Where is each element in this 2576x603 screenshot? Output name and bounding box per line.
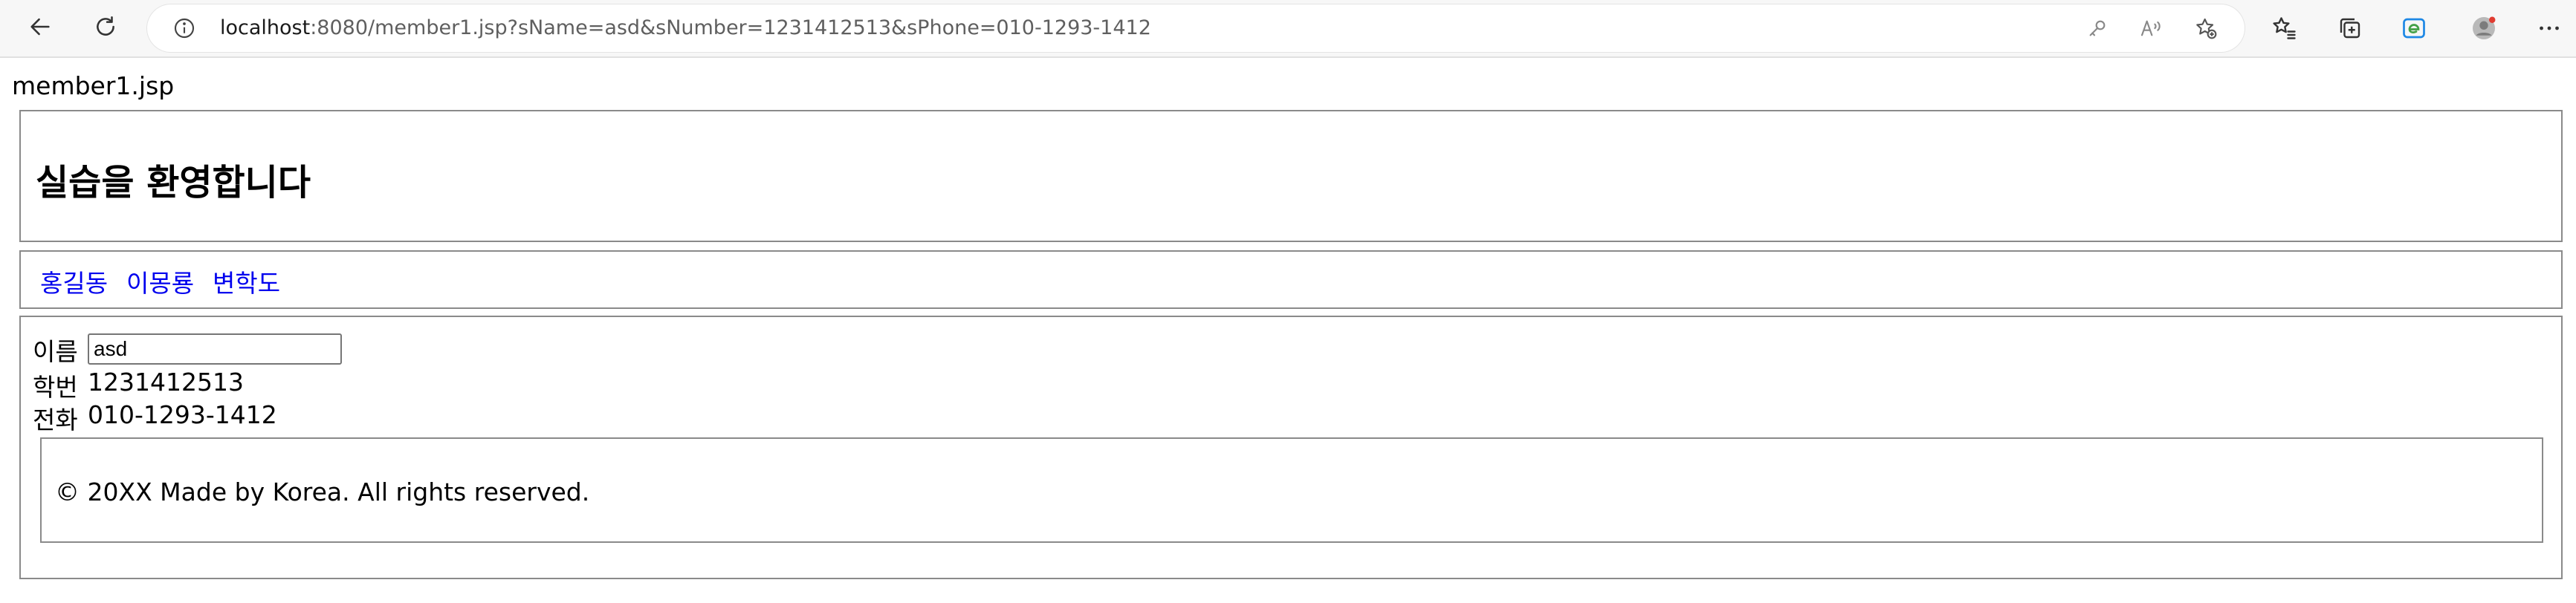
address-bar[interactable]: localhost:8080/member1.jsp?sName=asd&sNu…	[147, 4, 2245, 52]
header-section: 실습을 환영합니다	[19, 110, 2563, 242]
read-aloud-icon[interactable]	[2138, 15, 2164, 42]
back-arrow-icon	[27, 14, 53, 42]
profile-avatar-icon[interactable]	[2467, 12, 2500, 45]
collections-icon[interactable]	[2334, 12, 2366, 45]
phone-value: 010-1293-1412	[88, 400, 277, 429]
phone-label: 전화	[33, 405, 78, 434]
page-title: 실습을 환영합니다	[36, 162, 311, 203]
refresh-icon	[93, 14, 118, 42]
more-dots-icon[interactable]	[2533, 12, 2566, 45]
url-text[interactable]: localhost:8080/member1.jsp?sName=asd&sNu…	[220, 4, 1151, 52]
favorites-list-icon[interactable]	[2268, 12, 2301, 45]
star-add-icon[interactable]	[2192, 15, 2219, 42]
page-filename: member1.jsp	[12, 71, 175, 100]
nav-section: 홍길동 이몽룡 변학도	[19, 250, 2563, 309]
info-icon[interactable]	[172, 16, 196, 40]
refresh-button[interactable]	[88, 10, 123, 46]
url-path: :8080/member1.jsp?sName=asd&sNumber=1231…	[310, 16, 1151, 39]
footer-section: © 20XX Made by Korea. All rights reserve…	[40, 437, 2543, 543]
browser-toolbar: localhost:8080/member1.jsp?sName=asd&sNu…	[0, 0, 2576, 58]
number-value: 1231412513	[88, 368, 244, 397]
key-icon[interactable]	[2084, 15, 2111, 42]
url-host: localhost	[220, 16, 311, 39]
nav-link-hong[interactable]: 홍길동	[40, 264, 108, 299]
number-label: 학번	[33, 373, 78, 402]
edge-icon[interactable]	[2398, 12, 2430, 45]
main-section: 이름 학번 1231412513 전화 010-1293-1412 © 20XX…	[19, 316, 2563, 579]
name-label: 이름	[33, 337, 78, 366]
nav-link-lee[interactable]: 이몽룡	[126, 264, 194, 299]
nav-link-byun[interactable]: 변학도	[213, 264, 280, 299]
name-input[interactable]	[88, 333, 342, 365]
footer-copyright: © 20XX Made by Korea. All rights reserve…	[55, 477, 590, 506]
back-button[interactable]	[22, 10, 58, 46]
